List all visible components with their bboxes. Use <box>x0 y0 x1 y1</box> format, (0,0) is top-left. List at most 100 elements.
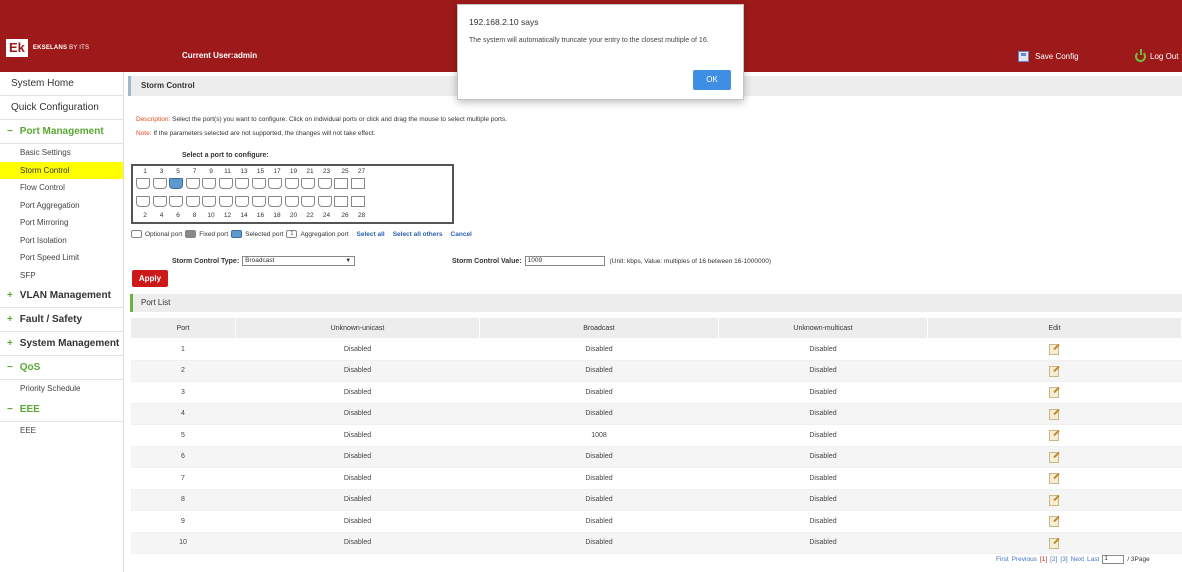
main-content: Storm Control Description: Select the po… <box>128 72 1182 572</box>
cell-port: 1 <box>130 338 236 361</box>
port-17-button[interactable] <box>268 178 282 189</box>
legend-fixed: Fixed port <box>199 230 229 238</box>
port-27-button[interactable] <box>350 178 365 189</box>
sidebar-group-fault-safety[interactable]: + Fault / Safety <box>0 308 123 332</box>
port-11-button[interactable] <box>218 178 233 189</box>
page-last-link[interactable]: Last <box>1087 556 1099 563</box>
cell-edit <box>927 381 1182 404</box>
sidebar-item-port-aggregation[interactable]: Port Aggregation <box>0 197 123 215</box>
sidebar-item-quick-configuration[interactable]: Quick Configuration <box>0 96 123 120</box>
edit-icon[interactable] <box>1049 386 1060 399</box>
cell-port: 4 <box>130 403 236 425</box>
cell-unknown-multicast: Disabled <box>718 381 928 404</box>
cell-edit <box>927 403 1182 425</box>
sidebar-item-priority-schedule[interactable]: Priority Schedule <box>0 380 123 398</box>
log-out-button[interactable]: Log Out <box>1135 49 1178 62</box>
dialog-ok-button[interactable]: OK <box>693 70 731 90</box>
apply-button[interactable]: Apply <box>132 270 168 287</box>
edit-icon[interactable] <box>1049 515 1060 528</box>
port-1-button[interactable] <box>136 178 150 189</box>
port-13-button[interactable] <box>235 178 249 189</box>
edit-icon[interactable] <box>1049 408 1060 420</box>
cell-edit <box>927 467 1182 490</box>
edit-icon[interactable] <box>1049 494 1060 506</box>
edit-icon[interactable] <box>1049 537 1060 549</box>
sidebar-item-flow-control[interactable]: Flow Control <box>0 179 123 197</box>
expand-icon: + <box>7 314 13 325</box>
cell-edit <box>927 489 1182 511</box>
sidebar-group-system-management[interactable]: + System Management <box>0 332 123 356</box>
port-16-button[interactable] <box>251 196 266 207</box>
description-text: Description: Select the port(s) you want… <box>136 116 508 123</box>
table-row: 6 Disabled Disabled Disabled <box>130 446 1182 468</box>
edit-icon[interactable] <box>1049 472 1060 485</box>
port-5-button[interactable] <box>169 178 183 189</box>
sidebar-item-sfp[interactable]: SFP <box>0 267 123 285</box>
storm-control-type-select[interactable]: Broadcast ▼ <box>242 256 356 266</box>
port-22-button[interactable] <box>301 196 315 207</box>
save-config-button[interactable]: Save Config <box>1018 51 1079 62</box>
storm-control-type-label: Storm Control Type: <box>172 257 240 265</box>
port-7-button[interactable] <box>185 178 200 189</box>
pagination: First Previous [1] [2] [3] Next Last 1 /… <box>996 555 1150 564</box>
port-8-button[interactable] <box>185 196 200 207</box>
edit-icon[interactable] <box>1049 343 1060 356</box>
page-next-link[interactable]: Next <box>1071 556 1084 563</box>
cell-broadcast: Disabled <box>479 489 719 511</box>
edit-icon[interactable] <box>1049 451 1060 463</box>
port-9-button[interactable] <box>202 178 216 189</box>
port-19-button[interactable] <box>284 178 299 189</box>
dialog-title: 192.168.2.10 says <box>469 17 539 27</box>
port-18-button[interactable] <box>268 196 282 207</box>
port-12-button[interactable] <box>218 196 233 207</box>
cancel-link[interactable]: Cancel <box>451 231 472 238</box>
sidebar-item-port-speed-limit[interactable]: Port Speed Limit <box>0 249 123 267</box>
page-number-input[interactable]: 1 <box>1102 555 1125 564</box>
collapse-icon: − <box>7 362 13 373</box>
legend-aggregation: Aggregation port <box>300 230 349 238</box>
page-previous-link[interactable]: Previous <box>1012 556 1037 563</box>
page-first-link[interactable]: First <box>996 556 1009 563</box>
port-2-button[interactable] <box>136 196 150 207</box>
select-all-link[interactable]: Select all <box>357 231 385 238</box>
port-23-button[interactable] <box>317 178 332 189</box>
legend-selected: Selected port <box>245 230 284 238</box>
port-14-button[interactable] <box>235 196 249 207</box>
port-3-button[interactable] <box>152 178 167 189</box>
alert-dialog: 192.168.2.10 says The system will automa… <box>457 4 744 100</box>
select-all-others-link[interactable]: Select all others <box>393 231 443 238</box>
sidebar-item-eee[interactable]: EEE <box>0 422 123 440</box>
port-28-button[interactable] <box>350 196 365 207</box>
sidebar-group-eee[interactable]: − EEE <box>0 398 123 422</box>
cell-unknown-unicast: Disabled <box>235 403 480 425</box>
sidebar-item-port-isolation[interactable]: Port Isolation <box>0 232 123 250</box>
storm-control-value-input[interactable]: 1009 <box>524 256 605 266</box>
port-10-button[interactable] <box>202 196 216 207</box>
cell-port: 7 <box>130 467 236 490</box>
table-row: 1 Disabled Disabled Disabled <box>130 338 1182 361</box>
sidebar-group-vlan-management[interactable]: + VLAN Management <box>0 284 123 308</box>
cell-edit <box>927 424 1182 447</box>
page-3-link[interactable]: [3] <box>1060 556 1067 563</box>
port-4-button[interactable] <box>152 196 167 207</box>
port-26-button[interactable] <box>334 196 348 207</box>
sidebar-item-storm-control[interactable]: Storm Control <box>0 161 123 179</box>
logo: Ek EKSELANS BY ITS <box>6 38 89 58</box>
sidebar-item-basic-settings[interactable]: Basic Settings <box>0 144 123 162</box>
sidebar-group-qos[interactable]: − QoS <box>0 356 123 380</box>
port-selector-panel[interactable]: 1 3 5 7 9 11 13 15 17 19 21 23 25 27 2 4 6 8 10 12 14 16 18 20… <box>131 164 454 224</box>
sidebar-item-port-mirroring[interactable]: Port Mirroring <box>0 214 123 232</box>
port-20-button[interactable] <box>284 196 299 207</box>
port-6-button[interactable] <box>169 196 183 207</box>
port-25-button[interactable] <box>334 178 348 189</box>
sidebar-group-port-management[interactable]: − Port Management <box>0 120 123 144</box>
page-1-link[interactable]: [1] <box>1040 556 1047 563</box>
page-2-link[interactable]: [2] <box>1050 556 1057 563</box>
edit-icon[interactable] <box>1049 429 1060 442</box>
port-21-button[interactable] <box>301 178 315 189</box>
edit-icon[interactable] <box>1049 365 1060 377</box>
port-24-button[interactable] <box>317 196 332 207</box>
port-list-table: Port Unknown-unicast Broadcast Unknown-m… <box>130 317 1182 554</box>
port-15-button[interactable] <box>251 178 266 189</box>
sidebar-item-system-home[interactable]: System Home <box>0 72 123 96</box>
